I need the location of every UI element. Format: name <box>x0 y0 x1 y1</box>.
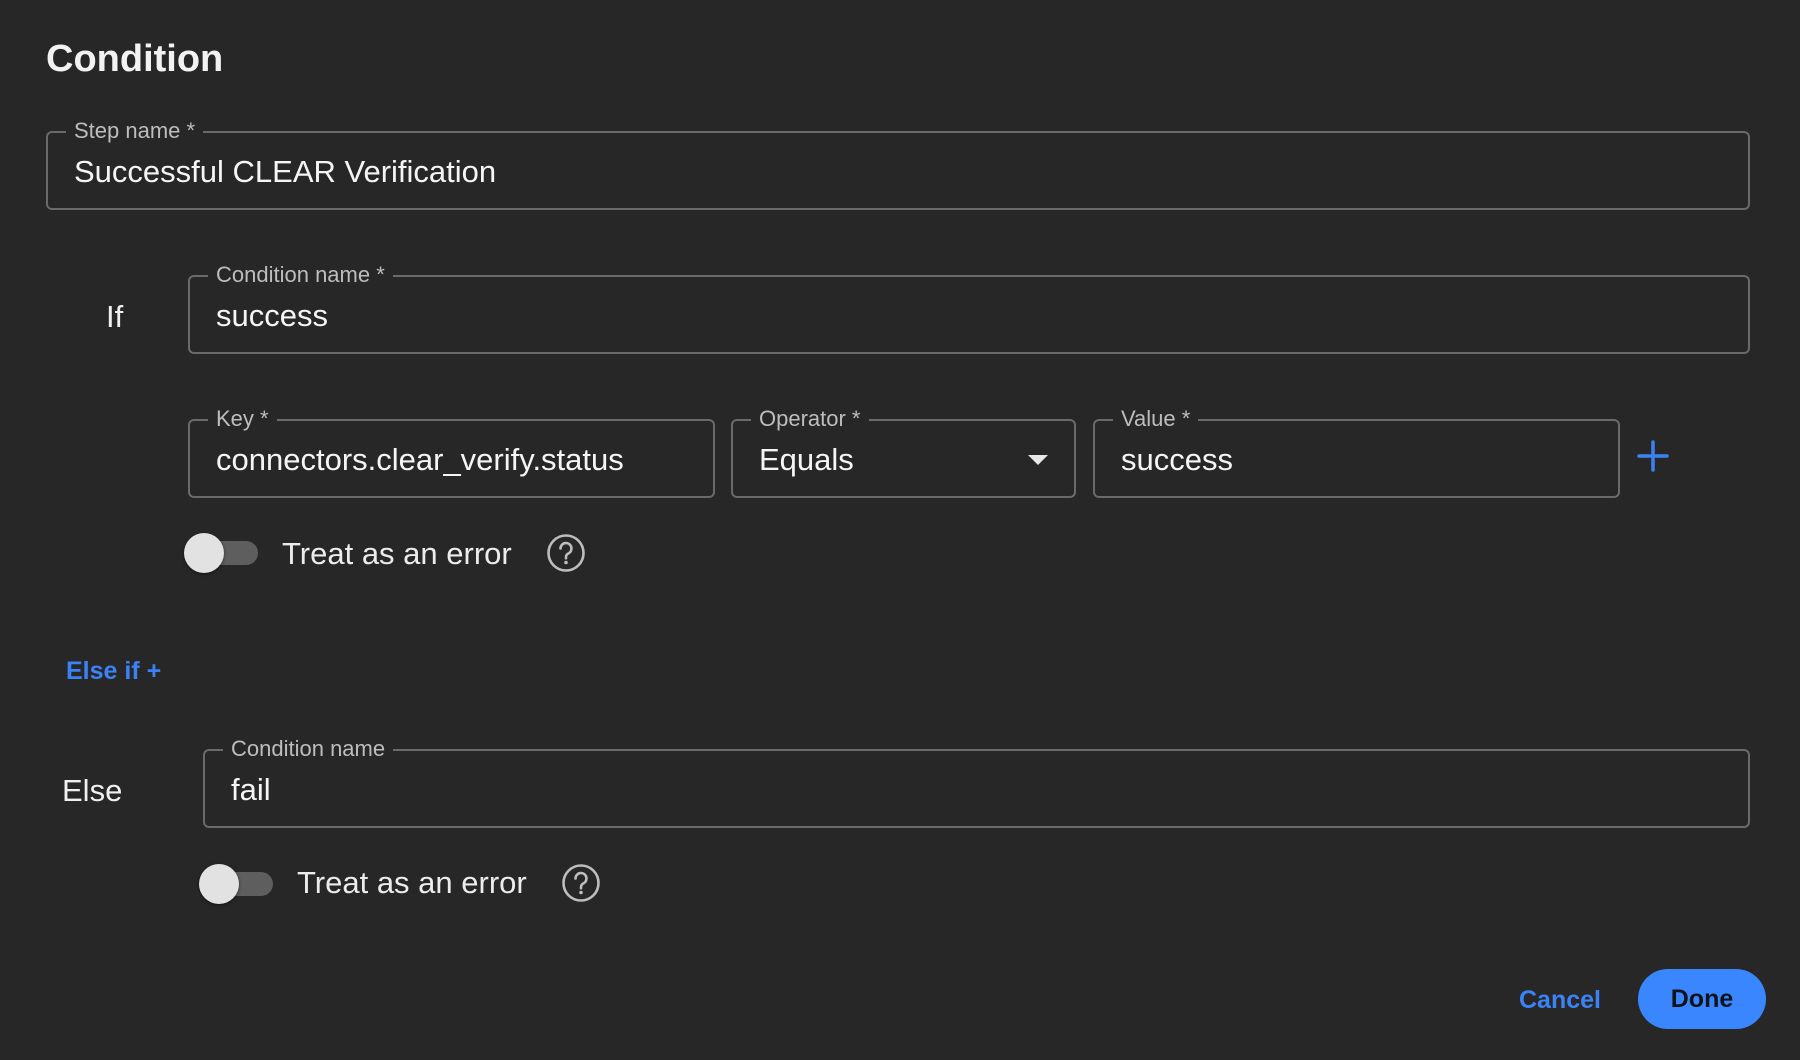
help-circle-icon[interactable] <box>546 533 586 573</box>
dialog-title: Condition <box>46 38 224 80</box>
else-condition-name-value: fail <box>231 772 271 807</box>
toggle-thumb <box>184 533 224 573</box>
value-label: Value * <box>1113 406 1199 432</box>
toggle-thumb <box>199 864 239 904</box>
key-value: connectors.clear_verify.status <box>216 442 624 477</box>
done-button[interactable]: Done <box>1638 969 1766 1029</box>
if-condition-name-value: success <box>216 298 328 333</box>
value-field[interactable]: Value * success <box>1093 406 1620 498</box>
else-if-add-button[interactable]: Else if + <box>66 655 161 687</box>
key-field[interactable]: Key * connectors.clear_verify.status <box>188 406 715 498</box>
plus-icon[interactable] <box>1637 440 1669 472</box>
if-label: If <box>106 299 124 334</box>
if-treat-as-error-label: Treat as an error <box>282 536 512 571</box>
step-name-value: Successful CLEAR Verification <box>74 154 497 189</box>
key-label: Key * <box>208 406 277 432</box>
if-condition-name-label: Condition name * <box>208 262 393 288</box>
step-name-field[interactable]: Step name * Successful CLEAR Verificatio… <box>46 118 1750 210</box>
else-label: Else <box>62 773 123 808</box>
cancel-button[interactable]: Cancel <box>1519 984 1601 1016</box>
value-value: success <box>1121 442 1233 477</box>
operator-label: Operator * <box>751 406 869 432</box>
else-condition-name-label: Condition name <box>223 736 394 762</box>
operator-value: Equals <box>759 442 854 477</box>
help-circle-icon[interactable] <box>561 863 601 903</box>
else-condition-name-field[interactable]: Condition name fail <box>203 736 1750 828</box>
if-condition-name-field[interactable]: Condition name * success <box>188 262 1750 354</box>
else-treat-as-error-label: Treat as an error <box>297 865 527 900</box>
operator-select[interactable]: Operator * Equals <box>731 406 1076 498</box>
else-treat-as-error-toggle[interactable] <box>199 862 275 904</box>
caret-down-icon <box>1028 455 1048 465</box>
condition-dialog: Condition Step name * Successful CLEAR V… <box>0 0 1800 1060</box>
if-treat-as-error-toggle[interactable] <box>184 531 260 573</box>
step-name-label: Step name * <box>66 118 204 144</box>
